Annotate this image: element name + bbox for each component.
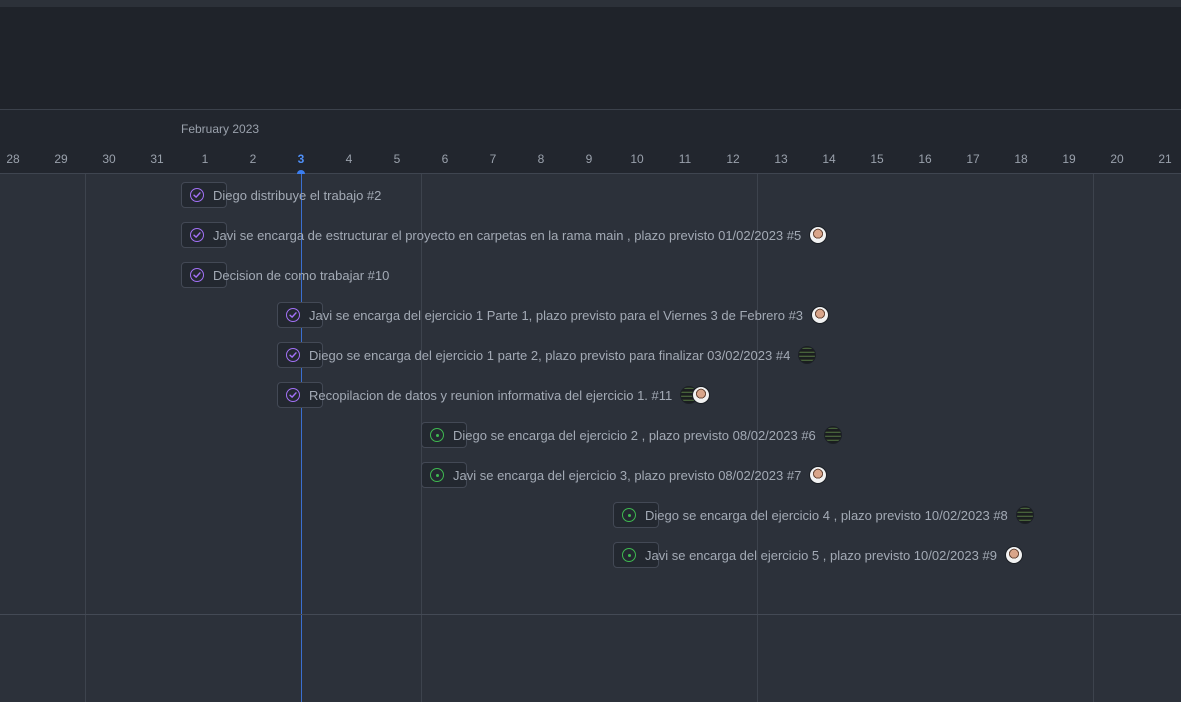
- task-item[interactable]: Javi se encarga de estructurar el proyec…: [181, 222, 828, 248]
- task-item[interactable]: Javi se encarga del ejercicio 3, plazo p…: [421, 462, 828, 488]
- day-label: 9: [585, 152, 593, 166]
- javi-avatar[interactable]: [809, 466, 828, 484]
- day-label: 20: [1110, 152, 1124, 166]
- issue-closed-icon: [286, 388, 300, 402]
- task-item[interactable]: Javi se encarga del ejercicio 1 Parte 1,…: [277, 302, 830, 328]
- task-item[interactable]: Decision de como trabajar #10: [181, 262, 389, 288]
- task-item[interactable]: Diego distribuye el trabajo #2: [181, 182, 381, 208]
- day-label: 7: [489, 152, 497, 166]
- toolbar-panel: [0, 7, 1181, 110]
- day-label: 28: [6, 152, 20, 166]
- assignee-avatars[interactable]: [811, 306, 830, 324]
- javi-avatar[interactable]: [809, 226, 828, 244]
- task-title[interactable]: Recopilacion de datos y reunion informat…: [309, 388, 672, 403]
- day-label: 19: [1062, 152, 1076, 166]
- day-label: 29: [54, 152, 68, 166]
- day-label: 1: [201, 152, 209, 166]
- task-title[interactable]: Javi se encarga del ejercicio 1 Parte 1,…: [309, 308, 803, 323]
- javi-avatar[interactable]: [692, 386, 711, 404]
- week-divider: [1093, 174, 1094, 702]
- task-item[interactable]: Diego se encarga del ejercicio 4 , plazo…: [613, 502, 1034, 528]
- assignee-avatars[interactable]: [809, 226, 828, 244]
- month-label: February 2023: [181, 122, 260, 136]
- issue-closed-icon: [190, 268, 204, 282]
- week-divider: [85, 174, 86, 702]
- task-title[interactable]: Diego se encarga del ejercicio 1 parte 2…: [309, 348, 790, 363]
- javi-avatar[interactable]: [1004, 546, 1023, 564]
- day-label: 10: [630, 152, 644, 166]
- task-title[interactable]: Diego se encarga del ejercicio 4 , plazo…: [645, 508, 1008, 523]
- assignee-avatars[interactable]: [680, 386, 711, 404]
- day-label: 4: [345, 152, 353, 166]
- task-title[interactable]: Javi se encarga del ejercicio 3, plazo p…: [453, 468, 801, 483]
- diego-avatar[interactable]: [1015, 506, 1034, 524]
- day-label: 14: [822, 152, 836, 166]
- issue-open-icon: [622, 508, 636, 522]
- task-title[interactable]: Javi se encarga de estructurar el proyec…: [213, 228, 801, 243]
- task-title[interactable]: Javi se encarga del ejercicio 5 , plazo …: [645, 548, 997, 563]
- issue-closed-icon: [190, 188, 204, 202]
- task-title[interactable]: Diego distribuye el trabajo #2: [213, 188, 381, 203]
- top-strip: [0, 0, 1181, 7]
- task-item[interactable]: Diego se encarga del ejercicio 2 , plazo…: [421, 422, 842, 448]
- day-label: 8: [537, 152, 545, 166]
- issue-open-icon: [430, 428, 444, 442]
- diego-avatar[interactable]: [798, 346, 817, 364]
- day-label: 13: [774, 152, 788, 166]
- day-label: 21: [1158, 152, 1172, 166]
- task-item[interactable]: Recopilacion de datos y reunion informat…: [277, 382, 711, 408]
- body-bottom-border: [0, 614, 1181, 615]
- assignee-avatars[interactable]: [798, 346, 817, 364]
- diego-avatar[interactable]: [823, 426, 842, 444]
- assignee-avatars[interactable]: [823, 426, 842, 444]
- day-label: 16: [918, 152, 932, 166]
- task-title[interactable]: Diego se encarga del ejercicio 2 , plazo…: [453, 428, 816, 443]
- assignee-avatars[interactable]: [1004, 546, 1023, 564]
- issue-closed-icon: [190, 228, 204, 242]
- day-label: 3: [297, 152, 305, 166]
- day-label: 30: [102, 152, 116, 166]
- assignee-avatars[interactable]: [1015, 506, 1034, 524]
- issue-open-icon: [622, 548, 636, 562]
- day-label: 31: [150, 152, 164, 166]
- task-item[interactable]: Diego se encarga del ejercicio 1 parte 2…: [277, 342, 817, 368]
- issue-closed-icon: [286, 348, 300, 362]
- javi-avatar[interactable]: [811, 306, 830, 324]
- task-item[interactable]: Javi se encarga del ejercicio 5 , plazo …: [613, 542, 1023, 568]
- assignee-avatars[interactable]: [809, 466, 828, 484]
- day-label: 2: [249, 152, 257, 166]
- day-label: 15: [870, 152, 884, 166]
- day-label: 11: [678, 152, 692, 166]
- day-label: 5: [393, 152, 401, 166]
- timeline-header: February 2023 28 29 30 31 1 2 3 4 5 6 7 8 9 10 11 12 13 1…: [0, 110, 1181, 178]
- day-label: 6: [441, 152, 449, 166]
- issue-open-icon: [430, 468, 444, 482]
- day-label: 18: [1014, 152, 1028, 166]
- day-label: 12: [726, 152, 740, 166]
- today-line: [301, 174, 302, 702]
- day-label: 17: [966, 152, 980, 166]
- task-title[interactable]: Decision de como trabajar #10: [213, 268, 389, 283]
- issue-closed-icon: [286, 308, 300, 322]
